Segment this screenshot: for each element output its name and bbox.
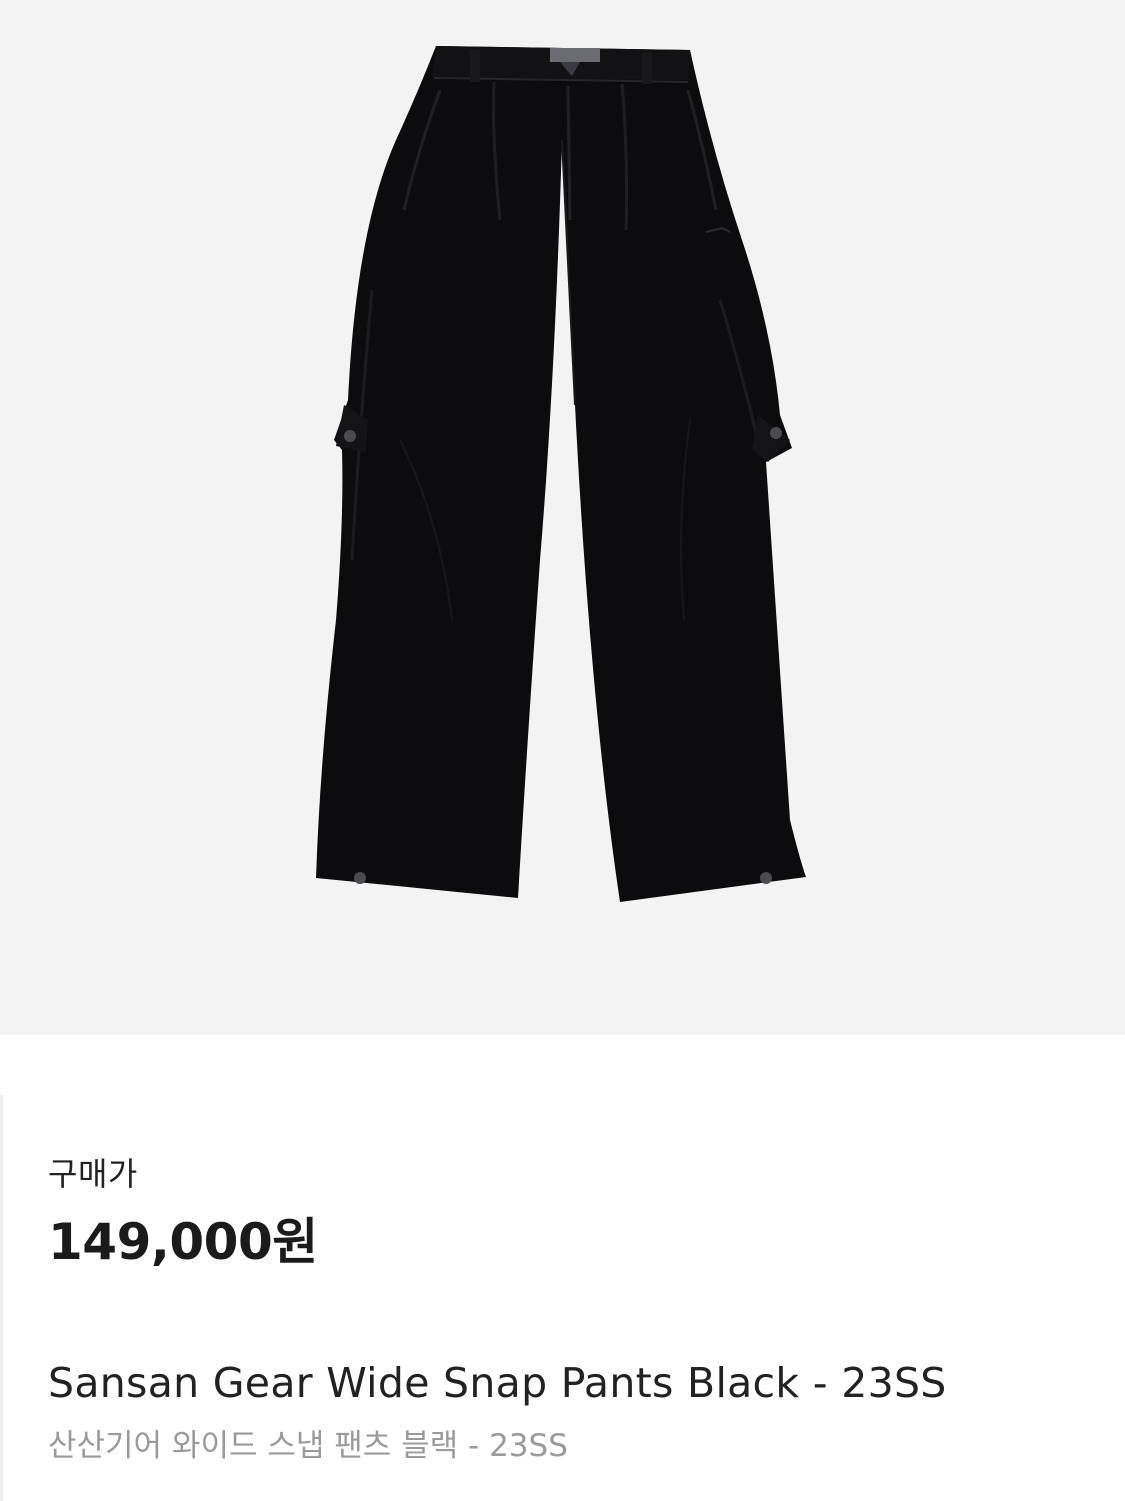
label-tag: [550, 48, 600, 62]
product-name-korean: 산산기어 와이드 스냅 팬츠 블랙 - 23SS: [48, 1427, 568, 1464]
pants-silhouette: [316, 46, 806, 902]
price-label: 구매가: [48, 1155, 138, 1193]
left-snap: [344, 430, 356, 442]
right-snap: [770, 427, 782, 439]
product-detail-page: 구매가 149,000원 Sansan Gear Wide Snap Pants…: [0, 0, 1125, 1501]
product-name-english: Sansan Gear Wide Snap Pants Black - 23SS: [48, 1359, 947, 1408]
product-image[interactable]: [0, 0, 1125, 1035]
product-info: 구매가 149,000원 Sansan Gear Wide Snap Pants…: [48, 1155, 1085, 1465]
price-value: 149,000원: [48, 1213, 318, 1272]
pants-image: [316, 46, 806, 902]
right-hem-snap: [760, 872, 772, 884]
left-edge-divider: [0, 1095, 3, 1501]
left-hem-snap: [354, 872, 366, 884]
